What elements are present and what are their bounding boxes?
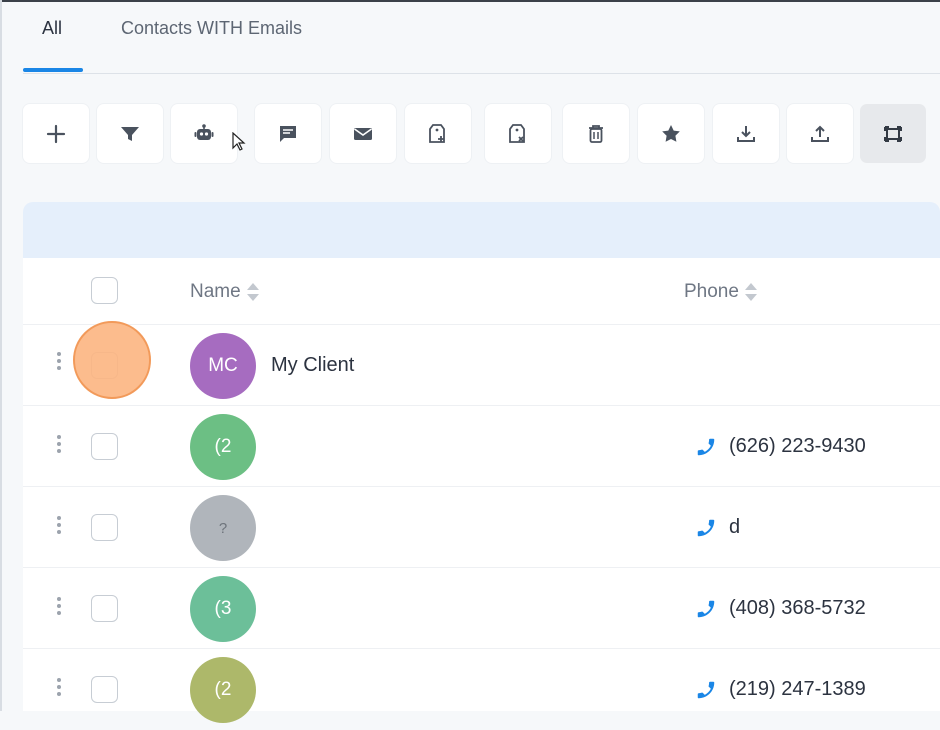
window-left-edge: [0, 0, 2, 711]
contact-phone[interactable]: (408) 368-5732: [695, 597, 866, 620]
chat-icon: [280, 125, 296, 142]
row-checkbox[interactable]: [91, 514, 118, 541]
phone-icon: [697, 519, 715, 536]
filter-button[interactable]: [97, 104, 163, 163]
tag-add-icon: [429, 123, 445, 143]
tab-bar: All Contacts WITH Emails: [23, 0, 940, 74]
expand-view-button[interactable]: [860, 104, 926, 163]
row-checkbox[interactable]: [91, 433, 118, 460]
table-row[interactable]: ? d: [23, 487, 940, 568]
contacts-table: Name Phone MC My Client (2 (626) 223-943…: [23, 258, 940, 723]
phone-icon: [697, 600, 715, 617]
phone-number: (408) 368-5732: [729, 597, 866, 619]
favorite-button[interactable]: [638, 104, 704, 163]
name-column-header[interactable]: Name: [190, 281, 259, 303]
send-email-button[interactable]: [330, 104, 396, 163]
upload-icon: [811, 125, 829, 142]
filter-icon: [121, 126, 139, 141]
trash-icon: [589, 124, 603, 143]
remove-tag-button[interactable]: [485, 104, 551, 163]
table-row[interactable]: (2 (219) 247-1389: [23, 649, 940, 730]
tab-all[interactable]: All: [42, 18, 62, 39]
phone-column-header[interactable]: Phone: [684, 281, 757, 303]
contact-phone[interactable]: d: [695, 516, 740, 539]
avatar[interactable]: ?: [190, 495, 256, 561]
download-icon: [737, 125, 755, 142]
contact-phone[interactable]: (219) 247-1389: [695, 678, 866, 701]
phone-icon: [697, 681, 715, 698]
add-contact-button[interactable]: [23, 104, 89, 163]
name-column-label: Name: [190, 281, 241, 302]
avatar-initials: MC: [208, 355, 238, 376]
sort-icon: [744, 282, 757, 302]
plus-icon: [46, 124, 66, 143]
avatar-initials: (2: [214, 436, 232, 457]
avatar[interactable]: (3: [190, 576, 256, 642]
add-tag-button[interactable]: [405, 104, 471, 163]
sort-icon: [246, 282, 259, 302]
info-banner: [23, 202, 940, 258]
phone-icon: [697, 438, 715, 455]
phone-number: d: [729, 516, 741, 538]
avatar-initials: (2: [214, 679, 232, 700]
phone-column-label: Phone: [684, 281, 739, 302]
contact-phone[interactable]: (626) 223-9430: [695, 435, 866, 458]
import-button[interactable]: [713, 104, 779, 163]
select-all-checkbox[interactable]: [91, 277, 118, 304]
click-highlight: [73, 321, 151, 399]
mail-icon: [354, 127, 372, 140]
automation-button[interactable]: [171, 104, 237, 163]
active-tab-indicator: [23, 68, 83, 72]
delete-button[interactable]: [563, 104, 629, 163]
avatar[interactable]: (2: [190, 414, 256, 480]
table-header: Name Phone: [23, 258, 940, 325]
avatar[interactable]: (2: [190, 657, 256, 723]
star-icon: [662, 124, 680, 142]
send-sms-button[interactable]: [255, 104, 321, 163]
mouse-cursor-icon: [232, 132, 246, 151]
row-checkbox[interactable]: [91, 595, 118, 622]
drag-handle-icon[interactable]: [57, 352, 62, 370]
contact-name[interactable]: My Client: [271, 354, 354, 377]
row-checkbox[interactable]: [91, 676, 118, 703]
robot-icon: [194, 123, 214, 140]
drag-handle-icon[interactable]: [57, 435, 62, 453]
drag-handle-icon[interactable]: [57, 516, 62, 534]
table-row[interactable]: (3 (408) 368-5732: [23, 568, 940, 649]
avatar-initials: ?: [218, 519, 228, 537]
tab-contacts-with-emails[interactable]: Contacts WITH Emails: [121, 18, 302, 39]
drag-handle-icon[interactable]: [57, 597, 62, 615]
avatar[interactable]: MC: [190, 333, 256, 399]
phone-number: (626) 223-9430: [729, 435, 866, 457]
table-row[interactable]: (2 (626) 223-9430: [23, 406, 940, 487]
avatar-initials: (3: [214, 598, 232, 619]
phone-number: (219) 247-1389: [729, 678, 866, 700]
expand-icon: [884, 125, 902, 142]
table-row[interactable]: MC My Client: [23, 325, 940, 406]
export-button[interactable]: [787, 104, 853, 163]
drag-handle-icon[interactable]: [57, 678, 62, 696]
tag-remove-icon: [509, 123, 525, 143]
